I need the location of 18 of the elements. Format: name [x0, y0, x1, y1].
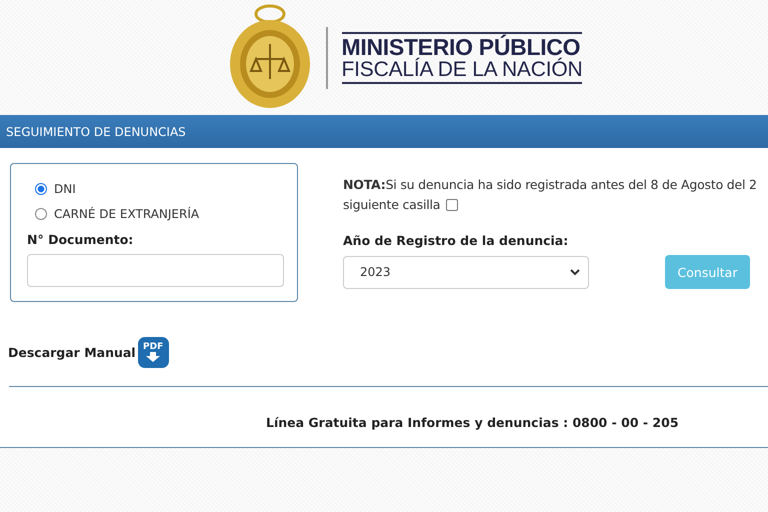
radio-button[interactable] [35, 182, 47, 194]
field-label: Año de Registro de la denuncia: [343, 233, 570, 248]
checkbox[interactable] [446, 199, 458, 211]
pdf-download-icon[interactable]: PDF [138, 337, 169, 368]
year-select[interactable]: 2023 [343, 256, 589, 288]
chevron-down-icon [570, 268, 580, 276]
note-text: NOTA:Si su denuncia ha sido registrada antes del 8 de Agosto del 2 [343, 176, 758, 194]
logo-title: MINISTERIO PÚBLICO [342, 36, 580, 58]
document-input[interactable] [27, 254, 284, 287]
field-label: N° Documento: [27, 232, 134, 247]
manual-link[interactable]: Descargar Manual [8, 345, 136, 360]
note-text: siguiente casilla [343, 196, 440, 214]
radio-label: CARNÉ DE EXTRANJERÍA [54, 206, 200, 220]
section-header: SEGUIMIENTO DE DENUNCIAS [0, 115, 768, 148]
hotline-text: Línea Gratuita para Informes y denuncias : 0800 - 00 - 205 [266, 415, 680, 430]
radio-label: DNI [54, 182, 76, 196]
radio-button[interactable] [35, 208, 47, 220]
logo-subtitle: FISCALÍA DE LA NACIÓN [342, 58, 582, 80]
